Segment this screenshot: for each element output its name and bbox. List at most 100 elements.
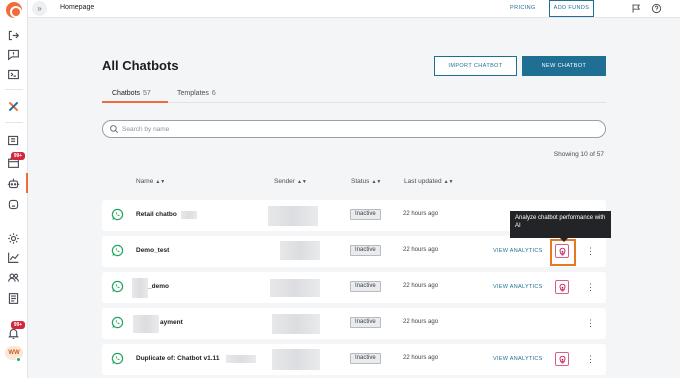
status-badge: Inactive [350, 245, 381, 256]
chatbot-name[interactable]: _demo [148, 283, 169, 290]
sidebar-divider [5, 122, 23, 123]
active-indicator [26, 173, 28, 193]
ai-analyze-button[interactable] [555, 244, 569, 258]
table-row[interactable]: _demo Inactive 22 hours ago VIEW ANALYTI… [102, 272, 606, 303]
breadcrumb[interactable]: Homepage [60, 4, 94, 11]
whatsapp-icon [111, 352, 124, 365]
redacted-sender [268, 206, 318, 226]
pricing-link[interactable]: PRICING [510, 5, 536, 11]
tab-label: Chatbots [112, 90, 141, 97]
tooltip: Analyze chatbot performance with AI [510, 211, 611, 242]
import-chatbot-button[interactable]: IMPORT CHATBOT [434, 56, 517, 76]
results-count: Showing 10 of 57 [553, 151, 604, 158]
column-header-sender[interactable]: Sender ▲▼ [274, 178, 307, 185]
robot-icon[interactable] [7, 198, 20, 211]
more-options-icon[interactable]: ⋮ [586, 316, 595, 330]
redacted-text [226, 355, 256, 363]
ai-analyze-button[interactable] [555, 280, 569, 294]
redacted-sender [270, 279, 320, 297]
column-label: Status [351, 178, 370, 185]
sidebar: 99+ 99+ WW [0, 0, 28, 378]
x-icon[interactable] [7, 100, 20, 113]
sort-icon[interactable]: ▲▼ [155, 179, 165, 185]
top-bar: » Homepage PRICING ADD FUNDS [28, 0, 680, 18]
settings-icon[interactable] [7, 232, 20, 245]
expand-icon[interactable]: » [32, 1, 47, 16]
last-updated: 22 hours ago [403, 211, 439, 217]
chatbot-name[interactable]: ayment [160, 319, 183, 326]
view-analytics-link[interactable]: VIEW ANALYTICS [493, 356, 543, 362]
last-updated: 22 hours ago [403, 283, 439, 289]
table-row[interactable]: Duplicate of: Chatbot v1.11 Inactive 22 … [102, 344, 606, 375]
chatbot-name[interactable]: Retail chatbo [136, 211, 177, 218]
column-label: Name [136, 178, 154, 185]
sort-icon[interactable]: ▲▼ [371, 179, 381, 185]
tab-chatbots[interactable]: Chatbots 57 [112, 90, 151, 97]
lightbulb-icon [559, 247, 566, 256]
redacted-sender [272, 314, 320, 334]
redacted-sender [272, 349, 320, 370]
status-badge: Inactive [350, 353, 381, 364]
flag-icon[interactable] [631, 3, 642, 14]
whatsapp-icon [111, 316, 124, 329]
chat-icon[interactable] [7, 48, 20, 61]
status-badge: Inactive [350, 281, 381, 292]
table-row[interactable]: ayment Inactive 22 hours ago ⋮ [102, 308, 606, 339]
whatsapp-icon [111, 244, 124, 257]
exit-icon[interactable] [7, 29, 20, 42]
whatsapp-icon [111, 208, 124, 221]
table-row[interactable]: Demo_test Inactive 22 hours ago VIEW ANA… [102, 236, 606, 267]
sort-icon[interactable]: ▲▼ [444, 179, 454, 185]
chart-icon[interactable] [7, 251, 20, 264]
add-funds-button[interactable]: ADD FUNDS [549, 0, 594, 17]
more-options-icon[interactable]: ⋮ [586, 244, 595, 258]
bot-icon[interactable] [7, 177, 20, 190]
help-icon[interactable] [651, 3, 662, 14]
redacted-text [133, 315, 159, 333]
column-header-name[interactable]: Name ▲▼ [136, 178, 165, 185]
sidebar-divider [5, 89, 23, 90]
lightbulb-icon [559, 355, 566, 364]
active-tab-underline [102, 101, 168, 103]
chatbot-name[interactable]: Demo_test [136, 247, 169, 254]
more-options-icon[interactable]: ⋮ [586, 280, 595, 294]
redacted-text [132, 278, 148, 298]
ai-analyze-button[interactable] [555, 352, 569, 366]
view-analytics-link[interactable]: VIEW ANALYTICS [493, 248, 543, 254]
new-chatbot-button[interactable]: NEW CHATBOT [522, 56, 606, 76]
status-badge: Inactive [350, 209, 381, 220]
redacted-sender [280, 241, 320, 260]
lightbulb-icon [559, 283, 566, 292]
last-updated: 22 hours ago [403, 247, 439, 253]
search-icon [109, 124, 119, 134]
column-label: Last updated [404, 178, 442, 185]
view-analytics-link[interactable]: VIEW ANALYTICS [493, 284, 543, 290]
search-box [102, 120, 606, 138]
more-options-icon[interactable]: ⋮ [586, 352, 595, 366]
campaign-icon[interactable] [7, 134, 20, 147]
logo-icon[interactable] [6, 2, 22, 18]
redacted-text [181, 211, 197, 219]
sort-icon[interactable]: ▲▼ [297, 179, 307, 185]
column-header-last-updated[interactable]: Last updated ▲▼ [404, 178, 454, 185]
online-status-dot [16, 357, 21, 362]
search-input[interactable] [122, 123, 592, 135]
tab-templates[interactable]: Templates 6 [177, 90, 216, 97]
users-icon[interactable] [7, 271, 20, 284]
chatbot-name[interactable]: Duplicate of: Chatbot v1.11 [136, 355, 219, 362]
tab-count: 6 [211, 90, 216, 97]
tab-label: Templates [177, 90, 209, 97]
notification-badge: 99+ [11, 321, 25, 329]
whatsapp-icon [111, 280, 124, 293]
notification-badge: 99+ [11, 152, 25, 160]
column-header-status[interactable]: Status ▲▼ [351, 178, 381, 185]
last-updated: 22 hours ago [403, 319, 439, 325]
terminal-icon[interactable] [7, 68, 20, 81]
page-title: All Chatbots [102, 58, 179, 73]
last-updated: 22 hours ago [403, 355, 439, 361]
column-label: Sender [274, 178, 295, 185]
status-badge: Inactive [350, 317, 381, 328]
tab-bar: Chatbots 57 Templates 6 [102, 88, 606, 103]
document-icon[interactable] [7, 292, 20, 305]
tab-count: 57 [143, 90, 151, 97]
